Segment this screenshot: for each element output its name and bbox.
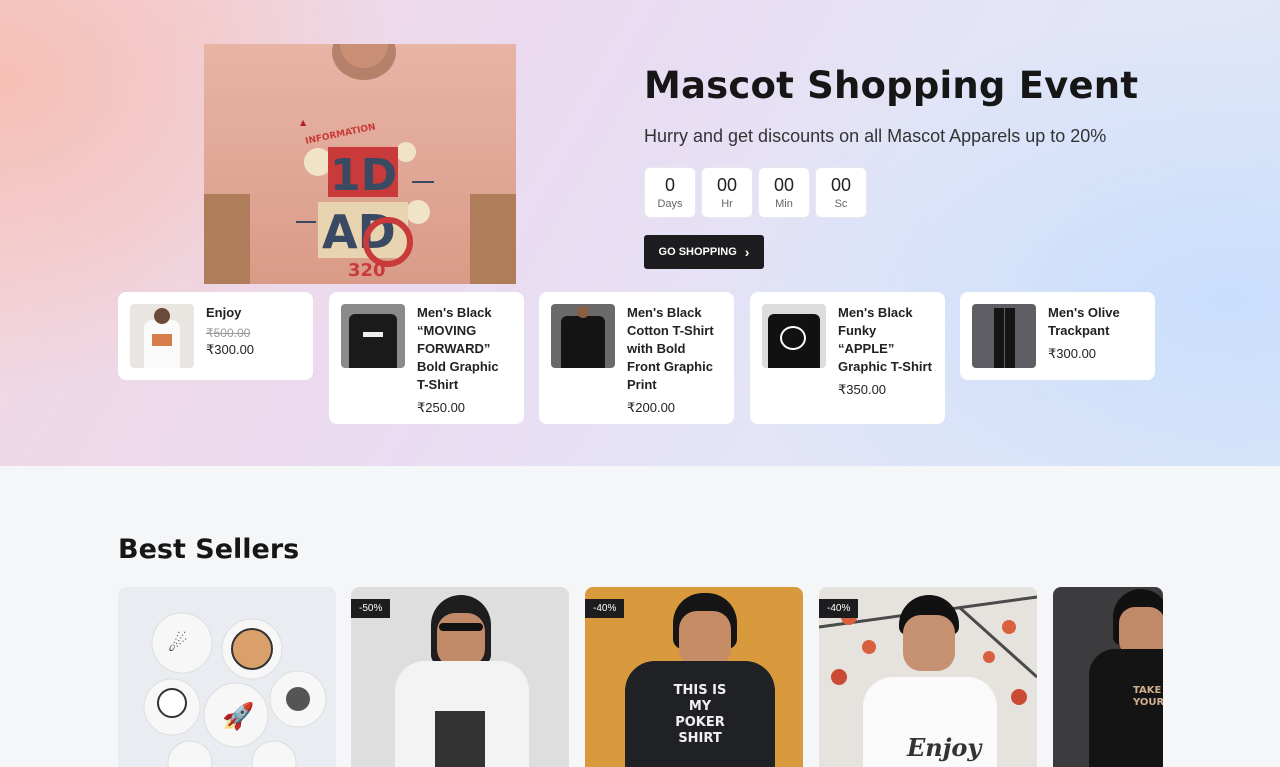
model-left-arm	[204, 194, 250, 284]
product-thumbnail[interactable]	[762, 304, 826, 368]
product-name[interactable]: Enjoy	[206, 304, 254, 322]
best-seller-card[interactable]: Enjoy -40%	[819, 587, 1037, 767]
countdown-label: Min	[775, 198, 793, 210]
model-right-arm	[470, 194, 516, 284]
product-name[interactable]: Men's Black “MOVING FORWARD” Bold Graphi…	[417, 304, 512, 394]
svg-text:INFORMATION: INFORMATION	[305, 122, 377, 147]
hero-title: Mascot Shopping Event	[644, 64, 1139, 107]
hero-banner: ▲ 1D AD 320 INFORMATION Mascot Shopping …	[0, 0, 1280, 466]
product-old-price: ₹500.00	[206, 326, 251, 340]
discount-badge: -50%	[351, 599, 391, 618]
hero-subtitle: Hurry and get discounts on all Mascot Ap…	[644, 126, 1107, 146]
countdown-value: 00	[830, 175, 852, 195]
countdown-label: Hr	[721, 198, 733, 210]
product-price: ₹300.00	[206, 342, 255, 357]
best-seller-card[interactable]: THIS IS MY POKER SHIRT -40%	[585, 587, 803, 767]
svg-text:1D: 1D	[330, 150, 397, 201]
hero-tshirt-image[interactable]: ▲ 1D AD 320 INFORMATION	[204, 44, 516, 284]
product-thumbnail[interactable]	[972, 304, 1036, 368]
product-card[interactable]: Enjoy ₹500.00 ₹300.00	[118, 292, 313, 380]
countdown-value: 0	[664, 175, 675, 195]
product-thumbnail[interactable]	[341, 304, 405, 368]
countdown-hours: 00 Hr	[701, 167, 753, 218]
best-seller-card[interactable]: -50%	[351, 587, 569, 767]
product-price: ₹300.00	[1048, 346, 1097, 361]
go-shopping-button[interactable]: GO SHOPPING ›	[644, 235, 764, 269]
product-thumbnail[interactable]	[551, 304, 615, 368]
countdown-label: Sc	[834, 198, 848, 210]
product-name[interactable]: Men's Olive Trackpant	[1048, 304, 1143, 340]
sticker-pins-image: ☄ 🚀	[143, 612, 327, 767]
discount-badge: -40%	[819, 599, 859, 618]
product-price: ₹200.00	[627, 400, 676, 415]
product-name[interactable]: Men's Black Funky “APPLE” Graphic T-Shir…	[838, 304, 933, 376]
countdown-label: Days	[657, 198, 683, 210]
countdown-seconds: 00 Sc	[815, 167, 867, 218]
countdown-timer: 0 Days 00 Hr 00 Min 00 Sc	[644, 167, 867, 218]
product-card[interactable]: Men's Black Funky “APPLE” Graphic T-Shir…	[750, 292, 945, 424]
countdown-days: 0 Days	[644, 167, 696, 218]
product-name[interactable]: Men's Black Cotton T-Shirt with Bold Fro…	[627, 304, 722, 394]
product-price: ₹350.00	[838, 382, 887, 397]
svg-text:AD: AD	[322, 205, 396, 259]
countdown-value: 00	[773, 175, 795, 195]
svg-text:🚀: 🚀	[222, 701, 254, 732]
svg-text:320: 320	[348, 260, 386, 281]
product-card[interactable]: Men's Black “MOVING FORWARD” Bold Graphi…	[329, 292, 524, 424]
shirt-graphic-icon: 1D AD 320 INFORMATION	[296, 122, 434, 281]
go-shopping-label: GO SHOPPING	[658, 246, 737, 258]
product-thumbnail[interactable]	[130, 304, 194, 368]
countdown-minutes: 00 Min	[758, 167, 810, 218]
best-seller-card[interactable]: TAKE YOUR	[1053, 587, 1163, 767]
chevron-right-icon: ›	[744, 244, 750, 260]
countdown-value: 00	[716, 175, 738, 195]
svg-text:☄: ☄	[168, 631, 188, 657]
best-seller-card[interactable]: ☄ 🚀	[118, 587, 336, 767]
product-card[interactable]: Men's Olive Trackpant ₹300.00	[960, 292, 1155, 380]
product-price: ₹250.00	[417, 400, 466, 415]
best-sellers-title: Best Sellers	[118, 534, 300, 565]
discount-badge: -40%	[585, 599, 625, 618]
product-card[interactable]: Men's Black Cotton T-Shirt with Bold Fro…	[539, 292, 734, 424]
